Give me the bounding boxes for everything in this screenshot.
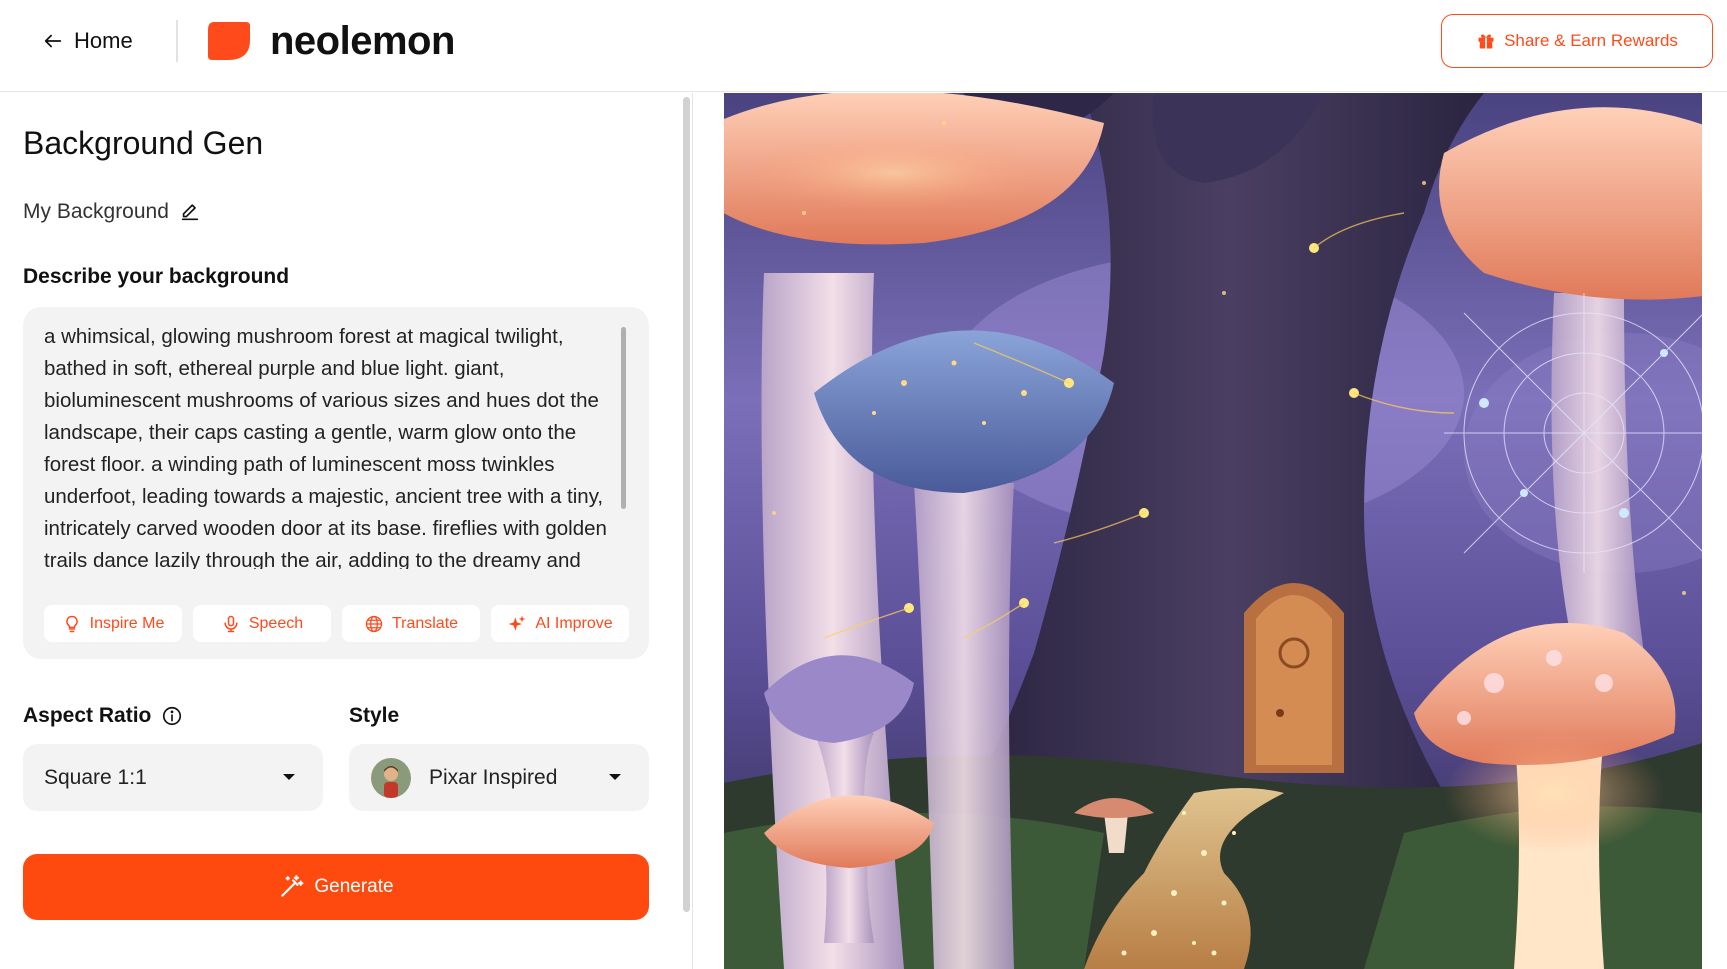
generated-background-image[interactable] xyxy=(724,93,1702,969)
globe-icon xyxy=(365,615,383,632)
aspect-ratio-value: Square 1:1 xyxy=(44,765,147,789)
prompt-scrollbar[interactable] xyxy=(621,327,626,509)
prompt-tools: Inspire Me Speech Translate AI Improve xyxy=(44,605,629,642)
home-label: Home xyxy=(74,28,133,53)
magic-wand-icon xyxy=(281,875,304,897)
background-name-label: My Background xyxy=(23,200,169,223)
brand-name: neolemon xyxy=(270,18,455,63)
style-thumbnail xyxy=(371,757,411,798)
aspect-ratio-select[interactable]: Square 1:1 xyxy=(23,744,323,811)
header-divider xyxy=(176,20,178,62)
speech-label: Speech xyxy=(248,614,304,632)
edit-pencil-icon[interactable] xyxy=(179,201,201,223)
lightbulb-icon xyxy=(65,615,78,632)
ai-improve-button[interactable]: AI Improve xyxy=(491,605,629,642)
panel-scrollbar[interactable] xyxy=(683,97,690,912)
top-header: Home neolemon Share & Earn Rewards xyxy=(0,0,1727,92)
inspire-me-button[interactable]: Inspire Me xyxy=(44,605,182,642)
home-link[interactable]: Home xyxy=(42,26,133,56)
background-name: My Background xyxy=(23,200,201,224)
prompt-box: a whimsical, glowing mushroom forest at … xyxy=(23,307,649,659)
arrow-left-icon xyxy=(44,34,62,48)
describe-label: Describe your background xyxy=(23,265,290,288)
chevron-down-icon xyxy=(283,774,295,780)
generate-label: Generate xyxy=(314,876,394,897)
gift-icon xyxy=(1478,34,1494,49)
info-icon[interactable] xyxy=(161,705,183,727)
style-select[interactable]: Pixar Inspired xyxy=(349,744,649,811)
speech-button[interactable]: Speech xyxy=(193,605,331,642)
translate-button[interactable]: Translate xyxy=(342,605,480,642)
brand-logo[interactable]: neolemon xyxy=(206,18,455,64)
chevron-down-icon xyxy=(609,774,621,780)
ai-improve-label: AI Improve xyxy=(535,614,613,632)
share-earn-rewards-label: Share & Earn Rewards xyxy=(1504,31,1678,50)
page-title: Background Gen xyxy=(23,125,264,161)
share-earn-rewards-button[interactable]: Share & Earn Rewards xyxy=(1441,14,1713,68)
aspect-ratio-label: Aspect Ratio xyxy=(23,704,152,727)
generate-button[interactable]: Generate xyxy=(23,854,649,920)
sparkle-icon xyxy=(508,615,526,631)
style-value: Pixar Inspired xyxy=(429,765,558,789)
prompt-textarea[interactable]: a whimsical, glowing mushroom forest at … xyxy=(44,321,614,569)
aspect-ratio-heading: Aspect Ratio xyxy=(23,704,183,728)
style-heading: Style xyxy=(349,704,400,727)
inspire-me-label: Inspire Me xyxy=(89,614,165,632)
leaf-logo-icon xyxy=(208,22,250,60)
microphone-icon xyxy=(224,615,238,632)
translate-label: Translate xyxy=(391,614,459,632)
